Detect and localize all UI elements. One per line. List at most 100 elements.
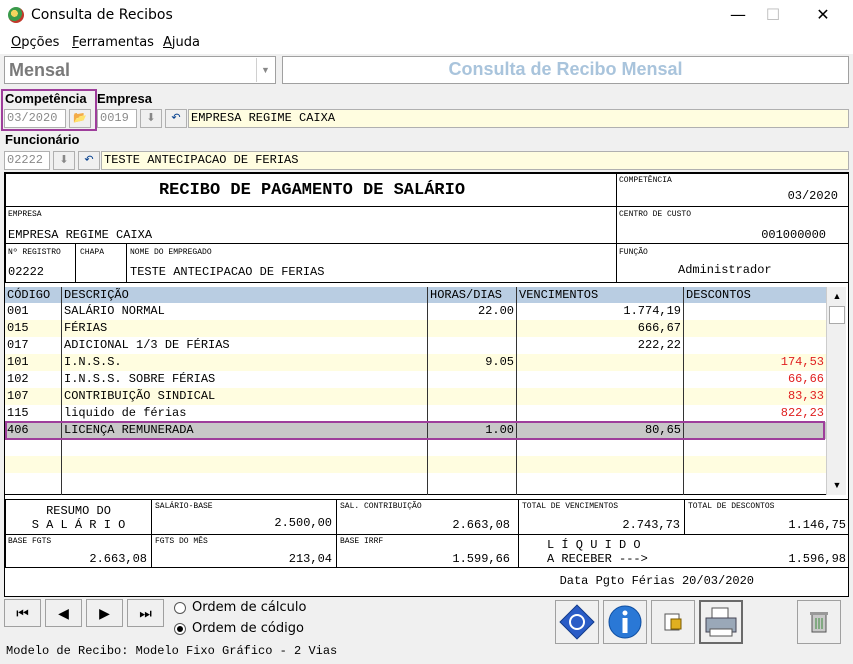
table-row[interactable]: 015 FÉRIAS 666,67 [5, 320, 826, 337]
liquido-line2: A RECEBER ---> [547, 552, 648, 566]
cell-horas [430, 405, 514, 422]
nome-value: TESTE ANTECIPACAO DE FERIAS [130, 265, 325, 279]
sal-contrib-value: 2.663,08 [452, 518, 510, 532]
col-codigo: CÓDIGO [7, 288, 51, 302]
row-highlight [5, 421, 825, 440]
menu-bar: Opções Ferramentas Ajuda [0, 30, 853, 54]
table-row[interactable]: 001 SALÁRIO NORMAL 22.00 1.774,19 [5, 303, 826, 320]
table-scrollbar[interactable]: ▲ ▼ [826, 287, 846, 495]
liquido-line1: L Í Q U I D O [547, 538, 641, 552]
cell-codigo: 101 [7, 355, 29, 369]
receipt-title: RECIBO DE PAGAMENTO DE SALÁRIO [158, 181, 466, 200]
order-codigo-label[interactable]: Ordem de código [192, 621, 304, 636]
delete-button[interactable] [797, 600, 841, 644]
trash-icon [810, 612, 828, 633]
cell-codigo: 115 [7, 406, 29, 420]
cell-vencimentos [519, 405, 681, 422]
data-pgto: Data Pgto Férias 20/03/2020 [559, 574, 754, 588]
col-divider [683, 287, 684, 495]
cell-horas [430, 388, 514, 405]
empresa-name-field: EMPRESA REGIME CAIXA [188, 109, 849, 128]
fgts-mes-caption: FGTS DO MÊS [155, 537, 208, 546]
empresa-caption: EMPRESA [8, 210, 42, 219]
table-row[interactable] [5, 456, 826, 473]
cell-descontos: 66,66 [787, 372, 824, 386]
registro-value: 02222 [8, 265, 45, 279]
liquido-box: L Í Q U I D O A RECEBER ---> 1.596,98 [518, 534, 849, 568]
first-record-button[interactable]: ⏮ [4, 599, 41, 627]
cell-descricao: ADICIONAL 1/3 DE FÉRIAS [64, 338, 230, 352]
app-icon [8, 7, 24, 23]
info-button[interactable] [603, 600, 647, 644]
funcao-value: Administrador [678, 263, 772, 277]
total-desc-box: TOTAL DE DESCONTOS 1.146,75 [684, 499, 849, 535]
cell-descontos [686, 303, 824, 320]
sal-contrib-caption: SAL. CONTRIBUIÇÃO [340, 502, 422, 511]
table-row[interactable]: 107 CONTRIBUIÇÃO SINDICAL 83,33 [5, 388, 826, 405]
sal-contrib-box: SAL. CONTRIBUIÇÃO 2.663,08 [336, 499, 519, 535]
cell-descricao: I.N.S.S. SOBRE FÉRIAS [64, 372, 216, 386]
last-record-button[interactable]: ⏭ [127, 599, 164, 627]
chevron-down-icon[interactable]: ▼ [256, 58, 274, 82]
fgts-mes-box: FGTS DO MÊS 213,04 [151, 534, 337, 568]
table-row[interactable]: 115 liquido de férias 822,23 [5, 405, 826, 422]
scroll-down-icon[interactable]: ▼ [829, 477, 845, 493]
maximize-button[interactable]: ☐ [750, 0, 796, 30]
undo-icon[interactable]: ↶ [165, 109, 187, 128]
competencia-caption: COMPETÊNCIA [619, 176, 672, 185]
table-header: CÓDIGO DESCRIÇÃO HORAS/DIAS VENCIMENTOS … [5, 287, 826, 303]
cell-vencimentos: 666,67 [637, 321, 681, 335]
total-venc-value: 2.743,73 [622, 518, 680, 532]
cell-codigo: 015 [7, 321, 29, 335]
download-icon[interactable]: ⬇ [53, 151, 75, 170]
prev-record-button[interactable]: ◀ [45, 599, 82, 627]
order-codigo-radio[interactable] [174, 623, 186, 635]
table-row[interactable] [5, 439, 826, 456]
col-vencimentos: VENCIMENTOS [519, 288, 599, 302]
funcionario-code-input[interactable]: 02222 [4, 151, 50, 170]
cell-descricao: CONTRIBUIÇÃO SINDICAL [64, 389, 216, 403]
export-button[interactable] [651, 600, 695, 644]
base-fgts-caption: BASE FGTS [8, 537, 52, 546]
folder-icon[interactable]: 📂 [69, 109, 91, 128]
download-icon[interactable]: ⬇ [140, 109, 162, 128]
menu-ajuda[interactable]: Ajuda [163, 35, 200, 50]
table-row[interactable]: 101 I.N.S.S. 9.05 174,53 [5, 354, 826, 371]
undo-icon[interactable]: ↶ [78, 151, 100, 170]
period-select-value: Mensal [9, 60, 71, 80]
order-calculo-radio[interactable] [174, 602, 186, 614]
registro-box: Nº REGISTRO 02222 [5, 243, 76, 283]
funcionario-label: Funcionário [5, 132, 80, 147]
cell-vencimentos [519, 354, 681, 371]
cell-vencimentos [519, 371, 681, 388]
page-banner: Consulta de Recibo Mensal [282, 56, 849, 84]
table-row[interactable]: 102 I.N.S.S. SOBRE FÉRIAS 66,66 [5, 371, 826, 388]
order-calculo-label[interactable]: Ordem de cálculo [192, 600, 306, 615]
items-table: CÓDIGO DESCRIÇÃO HORAS/DIAS VENCIMENTOS … [5, 287, 827, 495]
close-button[interactable]: ✕ [800, 0, 846, 30]
scroll-up-icon[interactable]: ▲ [829, 288, 845, 304]
col-horas: HORAS/DIAS [430, 288, 503, 302]
refresh-button[interactable] [555, 600, 599, 644]
chapa-caption: CHAPA [80, 248, 105, 257]
centro-custo-box: CENTRO DE CUSTO 001000000 [616, 206, 849, 244]
receipt-panel: RECIBO DE PAGAMENTO DE SALÁRIO COMPETÊNC… [4, 172, 849, 597]
cell-descricao: FÉRIAS [64, 321, 108, 335]
scroll-thumb[interactable] [829, 306, 845, 324]
table-row[interactable]: 017 ADICIONAL 1/3 DE FÉRIAS 222,22 [5, 337, 826, 354]
cell-descontos [686, 320, 824, 337]
competencia-input[interactable]: 03/2020 [4, 109, 66, 128]
cell-vencimentos [519, 388, 681, 405]
next-record-button[interactable]: ▶ [86, 599, 123, 627]
menu-ferramentas[interactable]: Ferramentas [72, 35, 154, 50]
refresh-icon [559, 604, 595, 640]
empresa-code-input[interactable]: 0019 [97, 109, 137, 128]
cell-descontos: 174,53 [780, 355, 824, 369]
printer-icon [705, 607, 737, 637]
menu-opcoes[interactable]: Opções [11, 35, 59, 50]
table-row[interactable] [5, 473, 826, 490]
total-desc-caption: TOTAL DE DESCONTOS [688, 502, 775, 511]
period-select[interactable]: Mensal ▼ [4, 56, 276, 84]
cell-descontos [686, 337, 824, 354]
print-button[interactable] [699, 600, 743, 644]
